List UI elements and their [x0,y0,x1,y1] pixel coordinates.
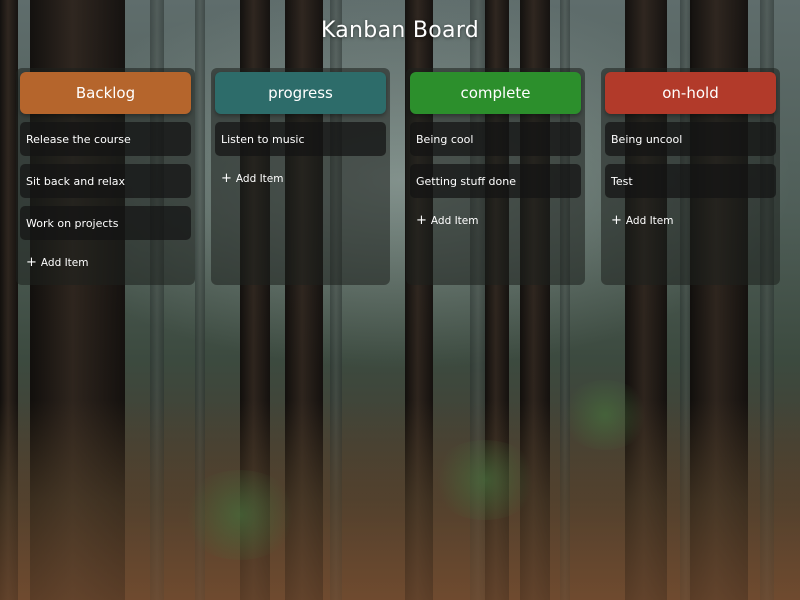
list-item[interactable]: Sit back and relax [20,164,191,198]
column-header-complete: complete [410,72,581,114]
kanban-app: Kanban Board Backlog Release the course … [0,0,800,600]
list-item[interactable]: Release the course [20,122,191,156]
page-title: Kanban Board [320,18,480,43]
column-progress: progress Listen to music + Add Item [211,68,390,285]
plus-icon: + [611,213,622,228]
add-item-button-complete[interactable]: + Add Item [410,206,581,231]
add-item-label: Add Item [235,172,284,185]
list-item[interactable]: Test [605,164,776,198]
add-item-button-on-hold[interactable]: + Add Item [605,206,776,231]
add-item-label: Add Item [625,214,674,227]
column-backlog: Backlog Release the course Sit back and … [16,68,195,285]
list-item[interactable]: Getting stuff done [410,164,581,198]
board-columns: Backlog Release the course Sit back and … [16,68,786,285]
list-item[interactable]: Work on projects [20,206,191,240]
list-item[interactable]: Listen to music [215,122,386,156]
add-item-label: Add Item [430,214,479,227]
add-item-button-progress[interactable]: + Add Item [215,164,386,189]
column-on-hold: on-hold Being uncool Test + Add Item [601,68,780,285]
plus-icon: + [26,255,37,270]
column-complete: complete Being cool Getting stuff done +… [406,68,585,285]
list-item[interactable]: Being cool [410,122,581,156]
add-item-button-backlog[interactable]: + Add Item [20,248,191,273]
column-title: progress [268,84,333,102]
column-header-on-hold: on-hold [605,72,776,114]
column-title: complete [460,84,531,102]
column-header-progress: progress [215,72,386,114]
list-item[interactable]: Being uncool [605,122,776,156]
column-title: Backlog [75,84,136,102]
plus-icon: + [221,171,232,186]
plus-icon: + [416,213,427,228]
column-title: on-hold [662,84,719,102]
column-header-backlog: Backlog [20,72,191,114]
add-item-label: Add Item [40,256,89,269]
